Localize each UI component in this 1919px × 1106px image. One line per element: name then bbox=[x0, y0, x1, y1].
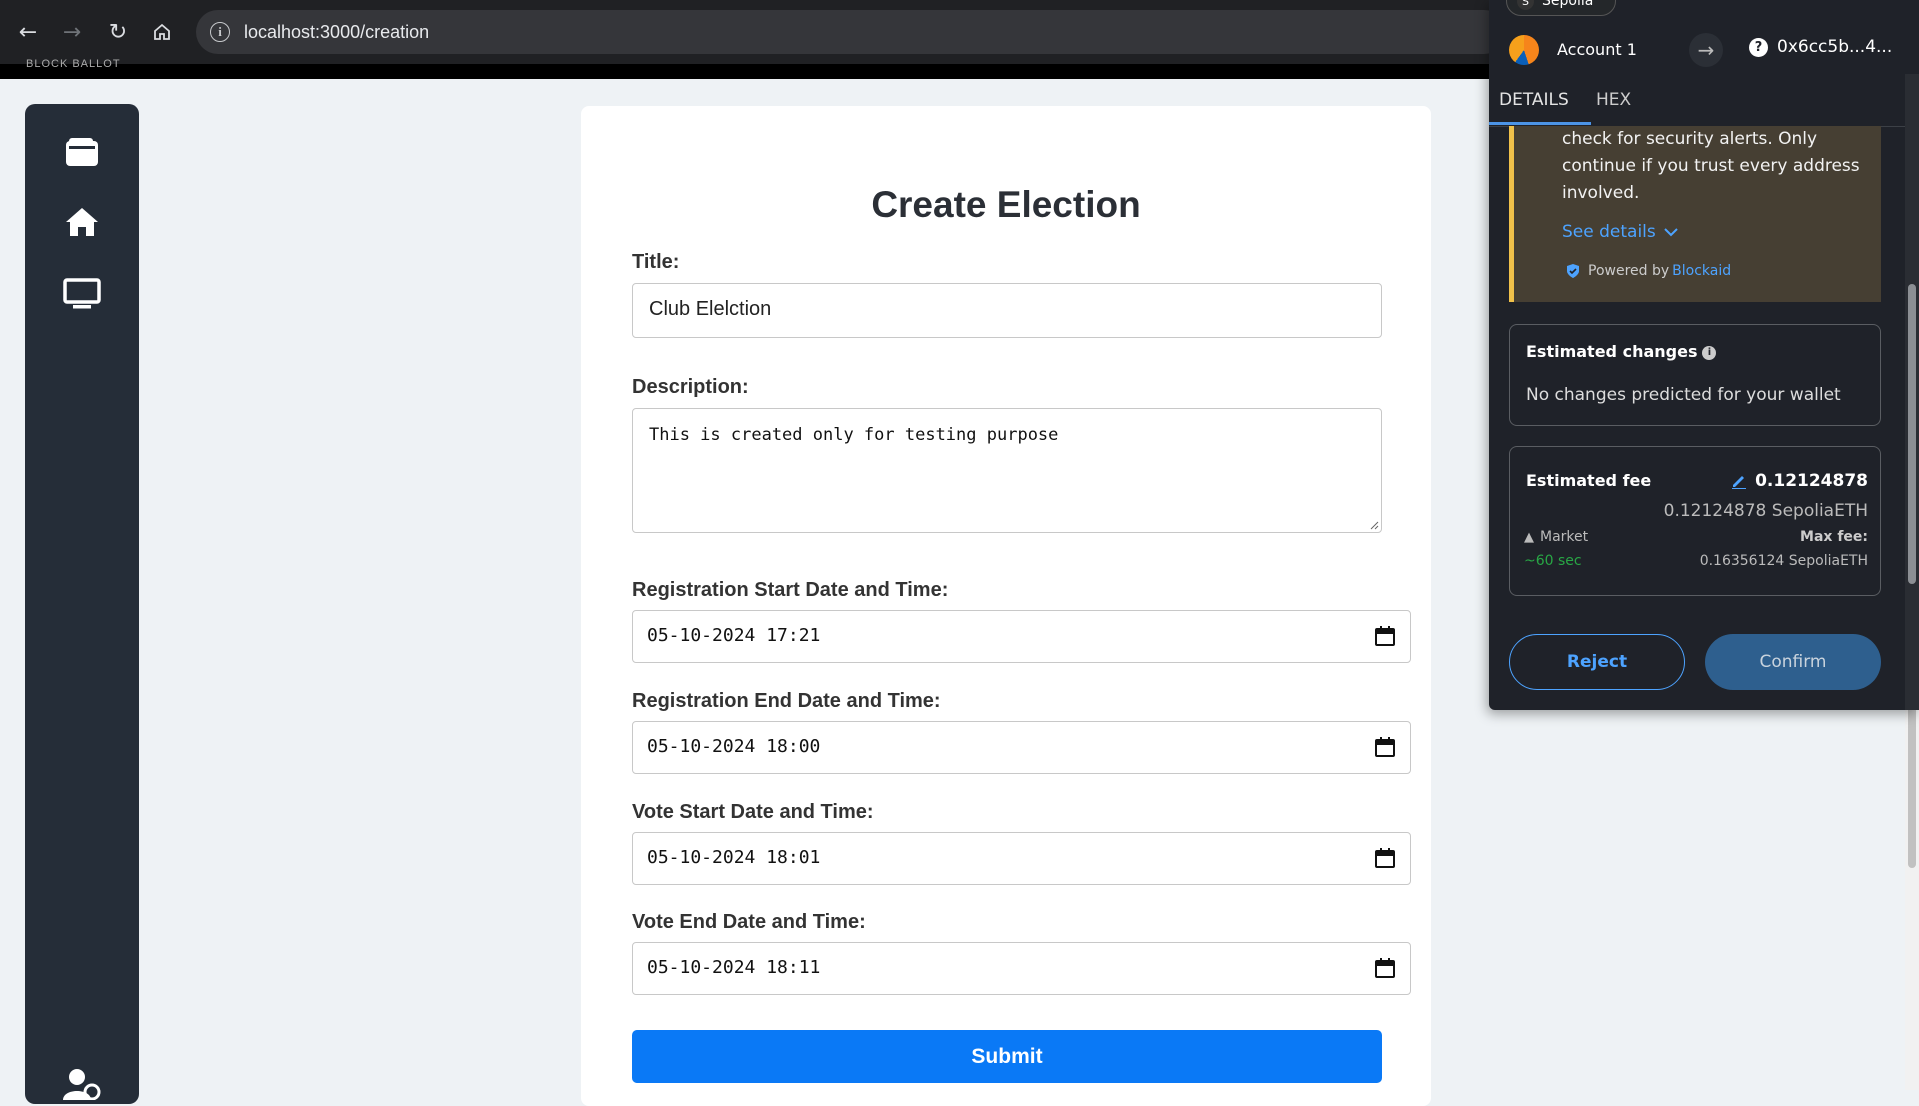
max-fee-label: Max fee: bbox=[1800, 529, 1868, 545]
network-pill[interactable]: S Sepolia bbox=[1506, 0, 1616, 16]
vote-start-value: 05-10-2024 18:01 bbox=[647, 847, 821, 868]
estimated-fee-box: Estimated fee 0.12124878 0.12124878 Sepo… bbox=[1509, 446, 1881, 596]
max-fee-value: 0.16356124 SepoliaETH bbox=[1699, 553, 1868, 569]
market-row: ▲ Market bbox=[1524, 529, 1588, 545]
create-election-card: Create Election Title: Club Elelction De… bbox=[581, 106, 1431, 1106]
forward-arrow-icon[interactable]: → bbox=[52, 12, 92, 52]
description-value: This is created only for testing purpose bbox=[649, 425, 1059, 445]
wallet-icon[interactable] bbox=[62, 132, 102, 172]
tab-details[interactable]: DETAILS bbox=[1499, 90, 1569, 110]
reg-end-label: Registration End Date and Time: bbox=[632, 690, 941, 712]
reg-start-value: 05-10-2024 17:21 bbox=[647, 625, 821, 646]
estimated-changes-title-text: Estimated changes bbox=[1526, 342, 1698, 361]
address-bar[interactable]: i localhost:3000/creation bbox=[196, 10, 1506, 54]
calendar-icon[interactable] bbox=[1374, 957, 1396, 979]
fee-eth: 0.12124878 SepoliaETH bbox=[1663, 501, 1868, 521]
back-arrow-icon[interactable]: ← bbox=[8, 12, 48, 52]
powered-by: Powered by Blockaid bbox=[1566, 263, 1731, 279]
account-row: Account 1 → ? 0x6cc5b...4... bbox=[1489, 27, 1919, 73]
home-icon[interactable] bbox=[62, 202, 102, 242]
estimated-changes-text: No changes predicted for your wallet bbox=[1526, 385, 1841, 405]
estimated-changes-title: Estimated changes i bbox=[1526, 342, 1717, 361]
description-label: Description: bbox=[632, 376, 749, 398]
reg-start-label: Registration Start Date and Time: bbox=[632, 579, 949, 601]
alert-text: check for security alerts. Only continue… bbox=[1562, 129, 1860, 203]
user-settings-icon[interactable] bbox=[62, 1064, 102, 1104]
app-brand: BLOCK BALLOT bbox=[26, 58, 121, 70]
home-icon[interactable] bbox=[142, 12, 182, 52]
wallet-scrollbar[interactable] bbox=[1905, 74, 1919, 710]
calendar-icon[interactable] bbox=[1374, 736, 1396, 758]
active-tab-indicator bbox=[1489, 122, 1591, 125]
url-text: localhost:3000/creation bbox=[244, 21, 430, 42]
blockaid-link[interactable]: Blockaid bbox=[1672, 263, 1731, 279]
see-details-link[interactable]: See details bbox=[1562, 222, 1678, 242]
wallet-scrollbar-thumb[interactable] bbox=[1908, 284, 1916, 584]
vote-end-input[interactable]: 05-10-2024 18:11 bbox=[632, 942, 1411, 995]
tab-hex[interactable]: HEX bbox=[1596, 90, 1631, 110]
chevron-down-icon bbox=[1664, 228, 1678, 237]
estimated-fee-title: Estimated fee bbox=[1526, 471, 1652, 490]
account-name: Account 1 bbox=[1557, 40, 1637, 59]
network-name: Sepolia bbox=[1542, 0, 1594, 9]
calendar-icon[interactable] bbox=[1374, 625, 1396, 647]
confirm-button[interactable]: Confirm bbox=[1705, 634, 1881, 690]
market-label: Market bbox=[1540, 529, 1589, 545]
page-title: Create Election bbox=[871, 184, 1141, 225]
time-estimate: ~60 sec bbox=[1524, 553, 1582, 569]
fee-value: 0.12124878 bbox=[1755, 471, 1868, 491]
address-text: 0x6cc5b...4... bbox=[1777, 37, 1893, 57]
reg-start-input[interactable]: 05-10-2024 17:21 bbox=[632, 610, 1411, 663]
network-initial: S bbox=[1517, 0, 1534, 10]
resize-handle-icon[interactable] bbox=[1369, 520, 1379, 530]
title-label: Title: bbox=[632, 251, 680, 273]
sidebar bbox=[25, 104, 139, 1104]
submit-button[interactable]: Submit bbox=[632, 1030, 1382, 1083]
vote-start-input[interactable]: 05-10-2024 18:01 bbox=[632, 832, 1411, 885]
description-textarea[interactable]: This is created only for testing purpose bbox=[632, 408, 1382, 533]
edit-pencil-icon[interactable] bbox=[1731, 473, 1747, 489]
vote-end-value: 05-10-2024 18:11 bbox=[647, 957, 821, 978]
shield-icon bbox=[1567, 264, 1579, 278]
fee-value-row: 0.12124878 bbox=[1731, 471, 1868, 491]
estimated-changes-box: Estimated changes i No changes predicted … bbox=[1509, 324, 1881, 426]
recipient-address[interactable]: ? 0x6cc5b...4... bbox=[1749, 37, 1892, 57]
arrow-right-icon: → bbox=[1689, 33, 1723, 67]
reg-end-value: 05-10-2024 18:00 bbox=[647, 736, 821, 757]
reg-end-input[interactable]: 05-10-2024 18:00 bbox=[632, 721, 1411, 774]
monitor-icon[interactable] bbox=[62, 274, 102, 314]
vote-end-label: Vote End Date and Time: bbox=[632, 911, 866, 933]
vote-start-label: Vote Start Date and Time: bbox=[632, 801, 874, 823]
see-details-label: See details bbox=[1562, 222, 1656, 242]
wallet-popup: S Sepolia Account 1 → ? 0x6cc5b...4... D… bbox=[1489, 0, 1919, 710]
wallet-tabs: DETAILS HEX bbox=[1489, 84, 1919, 127]
reload-icon[interactable]: ↻ bbox=[98, 12, 138, 52]
info-icon[interactable]: i bbox=[1702, 345, 1717, 360]
calendar-icon[interactable] bbox=[1374, 847, 1396, 869]
security-alert: check for security alerts. Only continue… bbox=[1509, 126, 1881, 302]
question-icon: ? bbox=[1749, 37, 1768, 57]
fox-icon: ▲ bbox=[1524, 529, 1534, 545]
title-input-value: Club Elelction bbox=[649, 298, 772, 320]
account-avatar bbox=[1509, 35, 1539, 65]
site-info-icon[interactable]: i bbox=[210, 22, 230, 42]
powered-by-label: Powered by bbox=[1588, 263, 1670, 279]
reject-button[interactable]: Reject bbox=[1509, 634, 1685, 690]
title-input[interactable]: Club Elelction bbox=[632, 283, 1382, 338]
